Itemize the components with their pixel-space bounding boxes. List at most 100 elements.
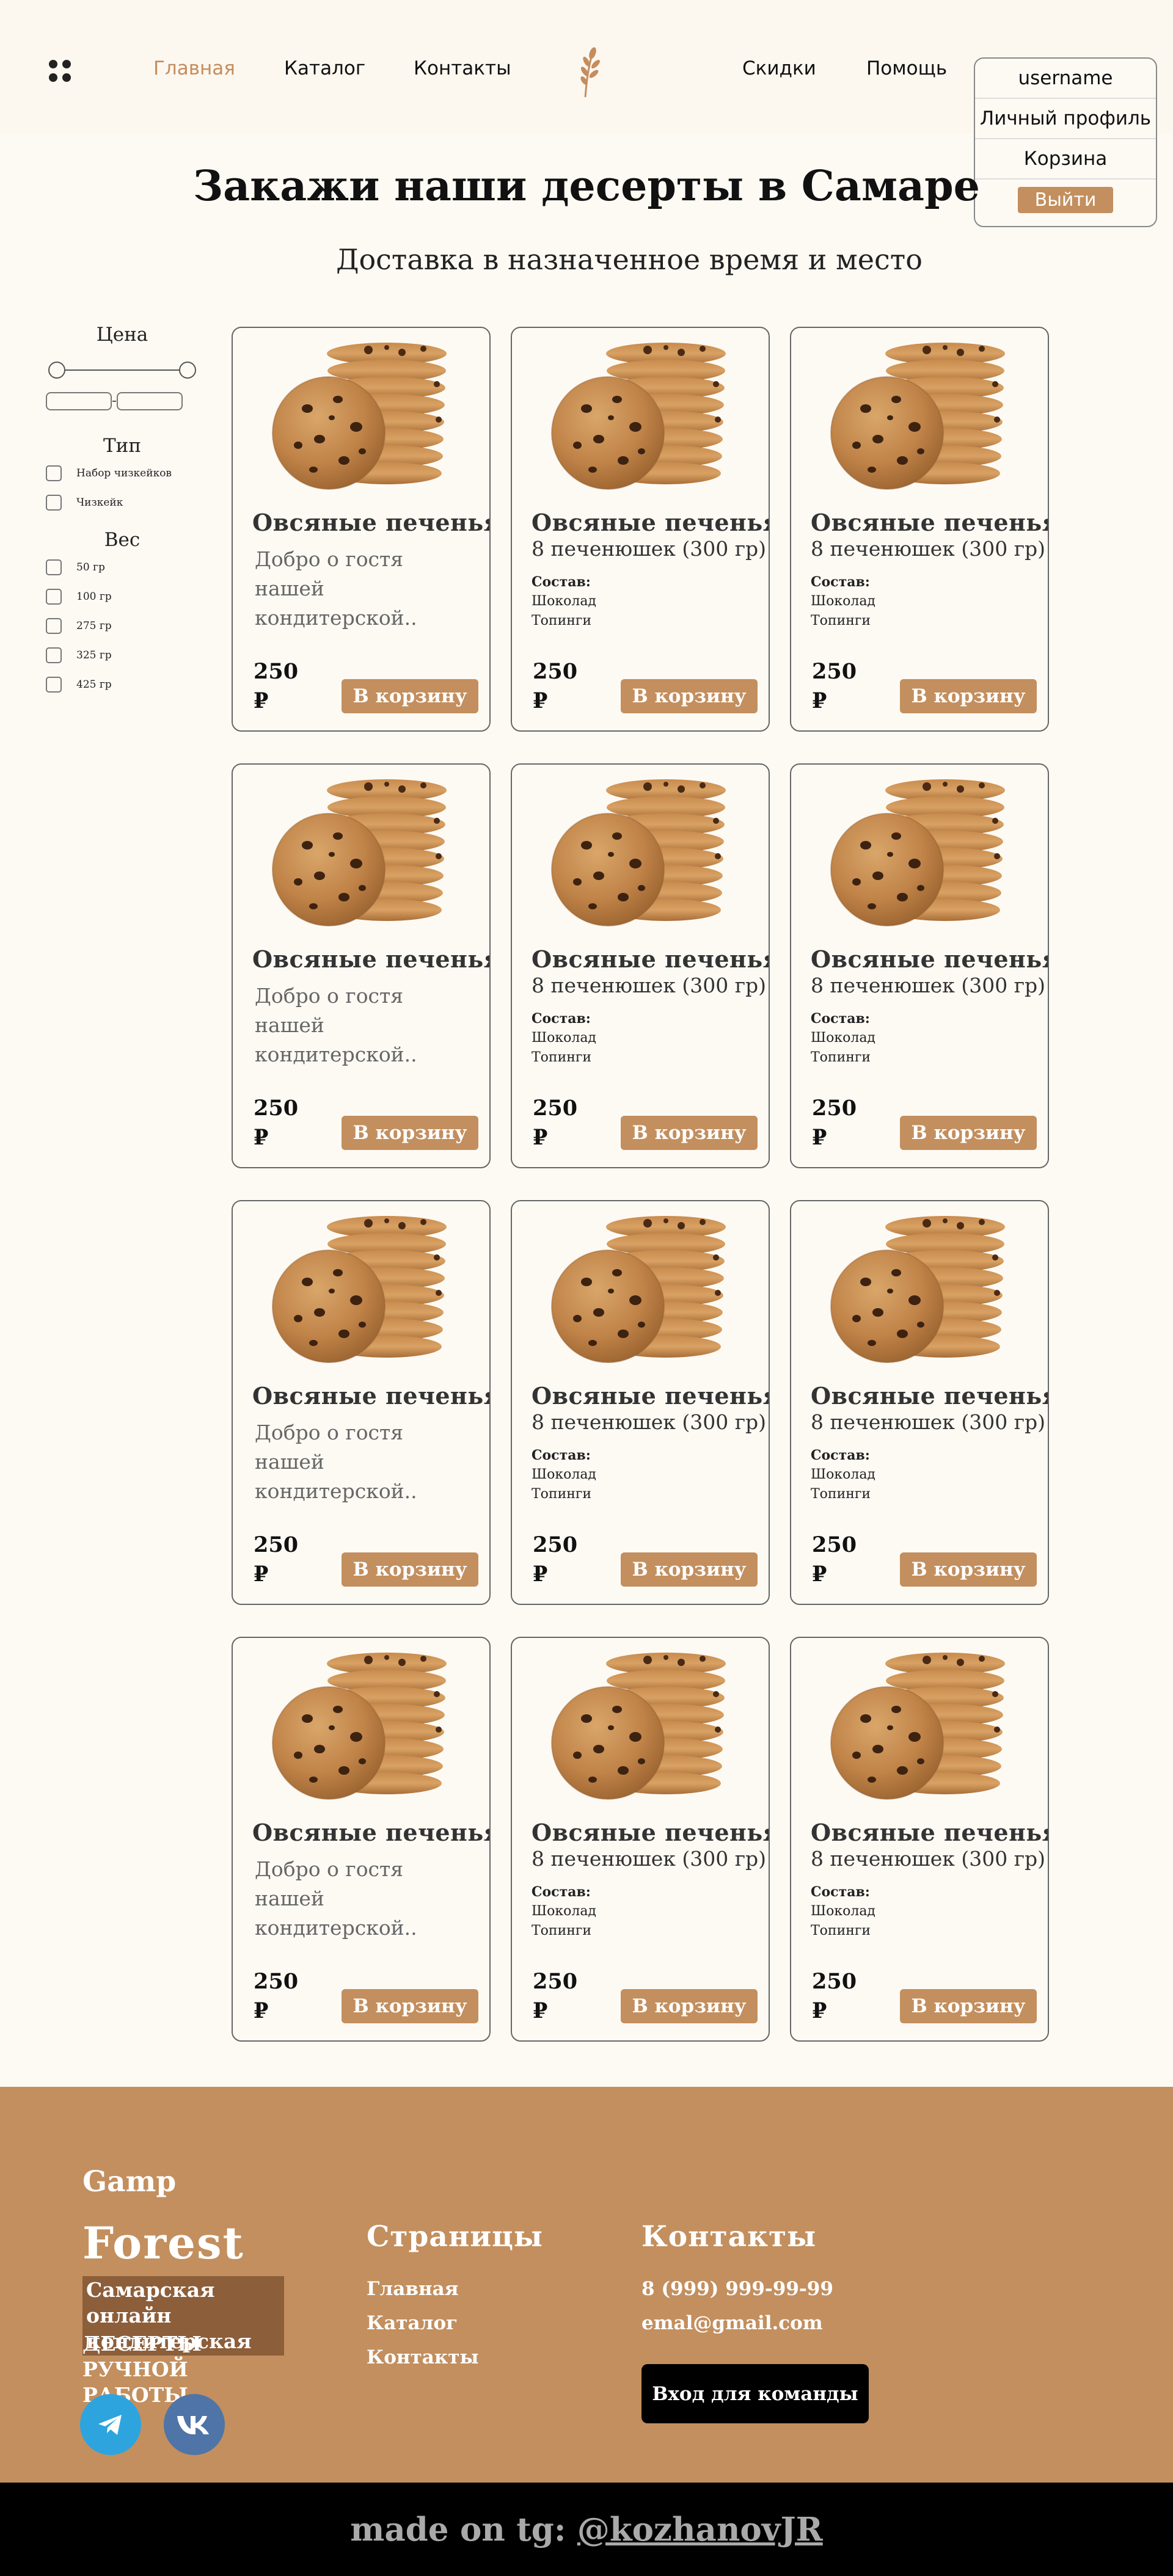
- price-max-input[interactable]: [117, 392, 183, 410]
- product-currency: ₽: [254, 1562, 269, 1587]
- slider-max-handle[interactable]: [179, 362, 196, 379]
- weight-option[interactable]: 425 гр: [46, 677, 199, 693]
- product-card[interactable]: Овсяные печенья Добро о гостя нашей конди…: [232, 1200, 491, 1605]
- product-card[interactable]: Овсяные печенья 8 печенюшек (300 гр) Соста…: [790, 763, 1049, 1168]
- product-currency: ₽: [812, 1562, 827, 1587]
- weight-option[interactable]: 325 гр: [46, 647, 199, 663]
- weight-checkbox[interactable]: [46, 647, 62, 663]
- cookie-image: [272, 343, 447, 490]
- add-to-cart-button[interactable]: В корзину: [621, 1989, 758, 2023]
- username-label: username: [975, 59, 1156, 99]
- product-price: 250: [533, 1096, 578, 1121]
- product-subtitle: 8 печенюшек (300 гр): [811, 973, 1046, 997]
- product-card[interactable]: Овсяные печенья Добро о гостя нашей конди…: [232, 763, 491, 1168]
- composition-item: Топинги: [532, 1486, 592, 1502]
- cookie-image: [551, 1216, 726, 1363]
- type-option[interactable]: Чизкейк: [46, 495, 199, 511]
- weight-option[interactable]: 50 гр: [46, 559, 199, 575]
- credit-handle-link[interactable]: @kozhanovJR: [577, 2511, 823, 2549]
- footer-link-home[interactable]: Главная: [367, 2278, 459, 2300]
- add-to-cart-button[interactable]: В корзину: [621, 1552, 758, 1587]
- weight-checkbox[interactable]: [46, 589, 62, 605]
- vk-link[interactable]: [164, 2394, 225, 2455]
- telegram-icon: [98, 2415, 122, 2435]
- product-subtitle: 8 печенюшек (300 гр): [811, 1410, 1046, 1434]
- add-to-cart-button[interactable]: В корзину: [342, 1989, 478, 2023]
- footer-link-catalog[interactable]: Каталог: [367, 2312, 458, 2334]
- weight-option[interactable]: 100 гр: [46, 589, 199, 605]
- footer-email[interactable]: emal@gmail.com: [641, 2312, 823, 2334]
- type-checkbox[interactable]: [46, 465, 62, 481]
- product-subtitle: 8 печенюшек (300 гр): [532, 537, 767, 561]
- weight-option-label: 325 гр: [76, 649, 112, 661]
- product-currency: ₽: [533, 688, 548, 713]
- credit-prefix: made on tg:: [350, 2510, 577, 2549]
- profile-link[interactable]: Личный профиль: [975, 99, 1156, 139]
- type-checkbox[interactable]: [46, 495, 62, 511]
- product-title: Овсяные печенья: [532, 1382, 770, 1410]
- product-card[interactable]: Овсяные печенья 8 печенюшек (300 гр) Соста…: [511, 1637, 770, 2042]
- composition-label: Состав:: [532, 1884, 591, 1900]
- add-to-cart-button[interactable]: В корзину: [900, 1116, 1037, 1150]
- product-description: Добро о гостя нашей кондитерской..: [255, 984, 417, 1066]
- product-description: Добро о гостя нашей кондитерской..: [255, 1857, 417, 1940]
- product-card[interactable]: Овсяные печенья 8 печенюшек (300 гр) Соста…: [790, 1200, 1049, 1605]
- weight-checkbox[interactable]: [46, 618, 62, 634]
- composition-item: Топинги: [532, 1923, 592, 1938]
- weight-filter-heading: Вес: [104, 529, 141, 551]
- nav-link-home[interactable]: Главная: [153, 57, 235, 79]
- composition-item: Топинги: [811, 1050, 871, 1065]
- add-to-cart-button[interactable]: В корзину: [621, 679, 758, 713]
- product-card[interactable]: Овсяные печенья 8 печенюшек (300 гр) Соста…: [790, 1637, 1049, 2042]
- credit-text: made on tg: @kozhanovJR: [350, 2511, 822, 2549]
- price-range-slider[interactable]: [46, 358, 199, 382]
- footer-phone[interactable]: 8 (999) 999-99-99: [641, 2278, 833, 2300]
- product-card[interactable]: Овсяные печенья 8 печенюшек (300 гр) Соста…: [790, 327, 1049, 732]
- product-composition: Состав: Шоколад Топинги: [811, 1009, 875, 1068]
- add-to-cart-button[interactable]: В корзину: [342, 1552, 478, 1587]
- add-to-cart-button[interactable]: В корзину: [342, 1116, 478, 1150]
- add-to-cart-button[interactable]: В корзину: [900, 679, 1037, 713]
- footer-link-contacts[interactable]: Контакты: [367, 2346, 479, 2368]
- product-card[interactable]: Овсяные печенья Добро о гостя нашей конди…: [232, 327, 491, 732]
- slider-min-handle[interactable]: [48, 362, 65, 379]
- nav-link-contacts[interactable]: Контакты: [414, 57, 511, 79]
- product-subtitle: 8 печенюшек (300 гр): [811, 1847, 1046, 1871]
- team-login-button[interactable]: Вход для команды: [641, 2364, 869, 2423]
- nav-link-help[interactable]: Помощь: [866, 57, 947, 79]
- menu-dots-icon[interactable]: [49, 60, 71, 82]
- product-price: 250: [254, 659, 299, 684]
- weight-option[interactable]: 275 гр: [46, 618, 199, 634]
- product-title: Овсяные печенья: [811, 945, 1049, 973]
- add-to-cart-button[interactable]: В корзину: [621, 1116, 758, 1150]
- weight-checkbox[interactable]: [46, 559, 62, 575]
- type-option[interactable]: Набор чизкейков: [46, 465, 199, 481]
- composition-item: Шоколад: [811, 1467, 875, 1482]
- add-to-cart-button[interactable]: В корзину: [342, 679, 478, 713]
- product-title: Овсяные печенья: [252, 509, 491, 536]
- type-filter-heading: Тип: [103, 435, 141, 457]
- product-price: 250: [812, 659, 857, 684]
- product-card[interactable]: Овсяные печенья 8 печенюшек (300 гр) Соста…: [511, 327, 770, 732]
- product-composition: Состав: Шоколад Топинги: [811, 1882, 875, 1941]
- nav-link-catalog[interactable]: Каталог: [284, 57, 365, 79]
- add-to-cart-button[interactable]: В корзину: [900, 1989, 1037, 2023]
- product-card[interactable]: Овсяные печенья 8 печенюшек (300 гр) Соста…: [511, 763, 770, 1168]
- weight-checkbox[interactable]: [46, 677, 62, 693]
- product-card[interactable]: Овсяные печенья 8 печенюшек (300 гр) Соста…: [511, 1200, 770, 1605]
- composition-label: Состав:: [532, 1447, 591, 1463]
- product-card[interactable]: Овсяные печенья Добро о гостя нашей конди…: [232, 1637, 491, 2042]
- cookie-image: [272, 1653, 447, 1800]
- product-composition: Состав: Шоколад Топинги: [532, 1009, 596, 1068]
- composition-item: Шоколад: [532, 1030, 596, 1046]
- weight-option-label: 425 гр: [76, 679, 112, 691]
- filters-sidebar: Цена Тип Набор чизкейков Чизкейк Вес 50 …: [46, 324, 199, 693]
- wheat-logo-icon[interactable]: [568, 46, 605, 98]
- telegram-link[interactable]: [80, 2394, 141, 2455]
- add-to-cart-button[interactable]: В корзину: [900, 1552, 1037, 1587]
- cookie-image: [830, 343, 1005, 490]
- price-min-input[interactable]: [46, 392, 112, 410]
- nav-link-discounts[interactable]: Скидки: [742, 57, 816, 79]
- type-option-label: Чизкейк: [76, 497, 123, 509]
- footer-pages-title: Страницы: [367, 2220, 543, 2254]
